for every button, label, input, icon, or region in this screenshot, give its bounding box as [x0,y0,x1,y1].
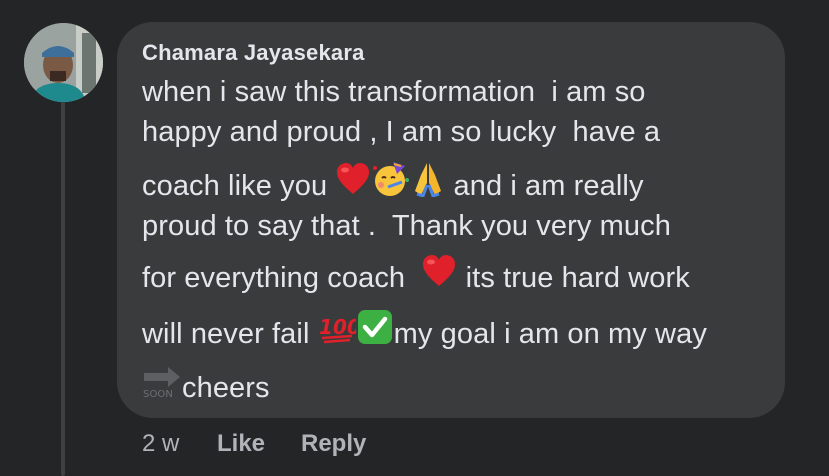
comment-line: when i saw this transformation i am so [142,76,646,108]
check-mark-button-emoji [356,308,394,357]
comment-line: proud to say that . Thank you very much [142,210,671,242]
party-face-emoji [371,160,411,209]
red-heart-emoji [335,162,371,207]
comment-line: happy and proud , I am so lucky have a [142,116,661,148]
soon-arrow-emoji: SOON [142,363,182,410]
reply-button[interactable]: Reply [301,430,366,458]
comment-line: will never fail 100my goal i am on my wa… [142,310,707,351]
red-heart-emoji [421,254,457,299]
avatar[interactable] [24,23,103,102]
comment-time[interactable]: 2 w [142,430,179,458]
hundred-points-emoji: 100 [318,310,361,355]
avatar-photo [24,23,103,102]
folded-hands-emoji [411,161,445,208]
svg-text:SOON: SOON [143,389,173,399]
comment-line: SOON cheers [142,366,270,406]
thread-line [61,100,65,476]
like-button[interactable]: Like [217,430,265,458]
comment-author[interactable]: Chamara Jayasekara [142,40,365,66]
comment-line: for everything coach its true hard work [142,254,690,299]
comment-line: coach like you and i am really [142,162,644,203]
comment-thread: Chamara Jayasekara when i saw this trans… [0,0,829,476]
